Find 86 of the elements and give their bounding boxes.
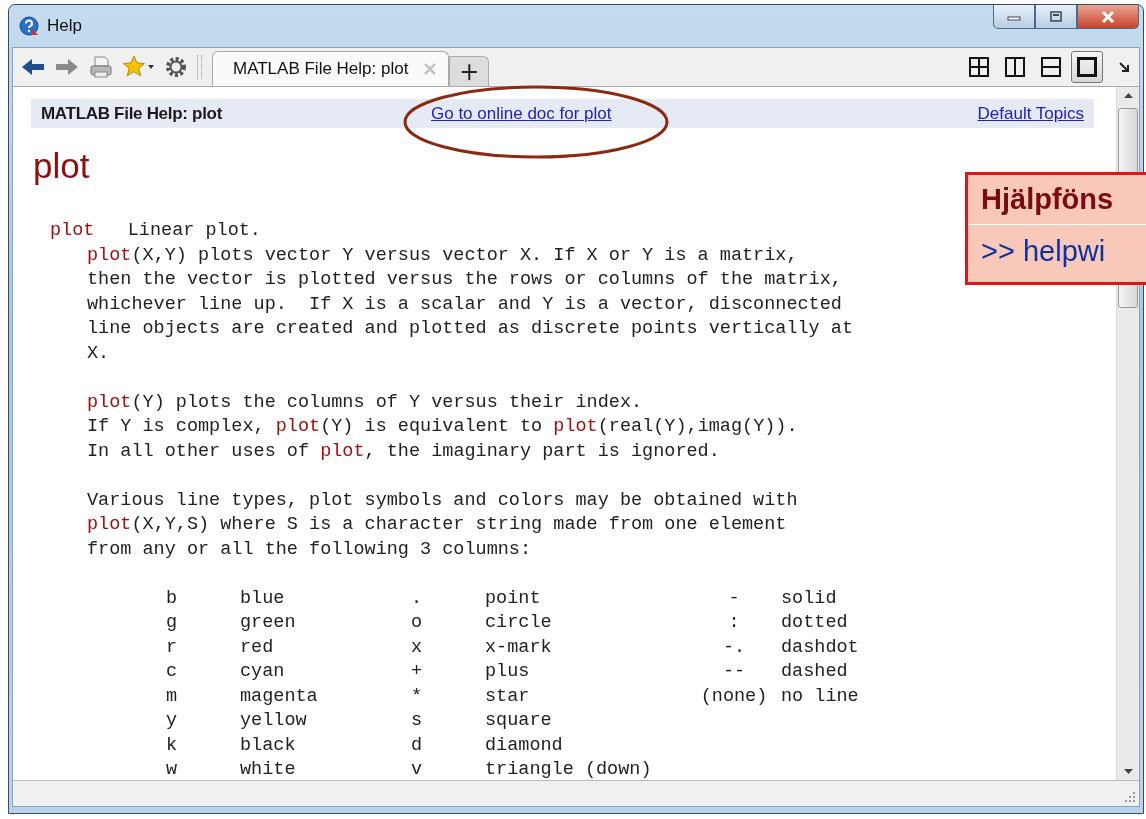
window-title: Help [47,16,82,36]
table-cell-text: diamond [485,733,564,758]
function-link[interactable]: plot [320,440,365,462]
default-topics-link[interactable]: Default Topics [977,103,1084,124]
table-cell-text: blue [240,586,286,611]
table-cell-text: r [166,635,179,660]
table-cell-text: plus [485,660,531,684]
help-text-line: plot(Y) plots the columns of Y versus their index. [86,390,644,415]
table-cell-text: w [166,758,179,780]
printer-icon[interactable] [89,55,113,79]
table-cell-text: m [166,684,179,709]
table-cell-text: -. [721,635,747,660]
table-cell-text: * [411,684,424,709]
page-title: MATLAB File Help: plot [41,103,224,124]
table-cell-text: (none) [699,684,769,709]
table-cell-text: + [411,660,424,684]
new-tab-button[interactable]: + [449,56,490,86]
function-link[interactable]: plot [87,391,132,413]
function-link[interactable]: plot [87,514,132,535]
function-link[interactable]: plot [50,220,95,241]
table-cell-text: y [166,709,179,733]
table-cell-text: g [166,611,179,635]
function-link[interactable]: plot [553,416,598,437]
page-heading: plot [33,145,91,187]
table-cell-text: star [485,684,531,709]
table-cell-text: point [485,586,542,611]
help-text-line: line objects are created and plotted as discrete points vertically at [86,317,855,341]
callout-title: Hjälpföns [968,175,1146,225]
table-cell-text: k [166,733,179,758]
gear-icon[interactable] [165,56,187,78]
table-cell-text: -- [721,660,747,684]
table-cell-text: dotted [781,611,849,635]
table-cell-text: cyan [240,660,286,684]
table-cell-text: solid [781,586,838,611]
table-cell-text: d [411,733,424,758]
table-cell-text: - [727,586,741,611]
table-cell-text: dashed [781,660,849,684]
help-text-line: from any or all the following 3 columns: [86,537,533,562]
table-cell-text: red [240,635,275,660]
table-cell-text: yellow [240,709,308,733]
function-link[interactable]: plot [275,416,321,437]
tab-label: MATLAB File Help: plot [233,59,409,79]
forward-arrow-icon[interactable] [55,57,79,77]
function-link[interactable]: plot [87,244,132,266]
document-tab[interactable]: MATLAB File Help: plot [212,51,450,86]
help-text-line: then the vector is plotted versus the rows or columns of the matrix, [86,268,843,292]
star-icon[interactable] [123,55,155,79]
table-cell-text: x [411,635,424,660]
table-cell-text: square [485,709,553,733]
close-button[interactable] [1077,5,1139,29]
maximize-icon[interactable] [1049,10,1063,23]
help-text-line: plot(X,Y,S) where S is a character string made from one element [86,513,788,537]
table-cell-text: triangle (down) [485,758,653,780]
table-cell-text: x-mark [485,635,553,660]
minimize-button[interactable] [993,5,1035,29]
back-arrow-icon[interactable] [21,57,45,77]
close-icon[interactable] [1100,9,1116,24]
table-cell-text: white [240,758,297,780]
table-cell-text: circle [485,611,553,635]
table-cell-text: dashdot [781,635,860,660]
table-cell-text: : [727,611,741,635]
table-cell-text: no line [781,684,860,709]
table-cell-text: black [240,733,297,758]
toolbar-grip [197,55,202,79]
scroll-down-icon[interactable] [1123,769,1133,774]
help-text-line: X. [86,341,111,366]
help-text-line: In all other uses of plot, the imaginary part is ignored. [86,439,721,464]
table-cell-text: green [240,611,297,635]
single-pane-layout-icon[interactable] [1071,51,1103,83]
table-cell-text: c [166,660,179,684]
dock-arrow-icon[interactable] [1119,61,1131,73]
help-icon [19,16,39,36]
help-text-line: If Y is complex, plot(Y) is equivalent to plot(real(Y),imag(Y)). [86,415,799,439]
table-cell-text: . [411,586,424,611]
help-text-line: Various line types, plot symbols and colors may be obtained with [86,488,799,513]
table-cell-text: magenta [240,684,319,709]
table-cell-text: b [166,586,179,611]
resize-grip-icon[interactable] [1124,791,1136,803]
callout-command: >> helpwi [980,234,1107,268]
table-cell-text: s [411,709,424,733]
scroll-up-icon[interactable] [1123,93,1133,98]
help-text-line: whichever line up. If X is a scalar and Y is a vector, disconnected [86,292,843,317]
table-cell-text: o [411,611,424,635]
table-cell-text: v [411,758,424,780]
online-doc-link[interactable]: Go to online doc for plot [431,103,612,124]
maximize-button[interactable] [1035,5,1077,29]
